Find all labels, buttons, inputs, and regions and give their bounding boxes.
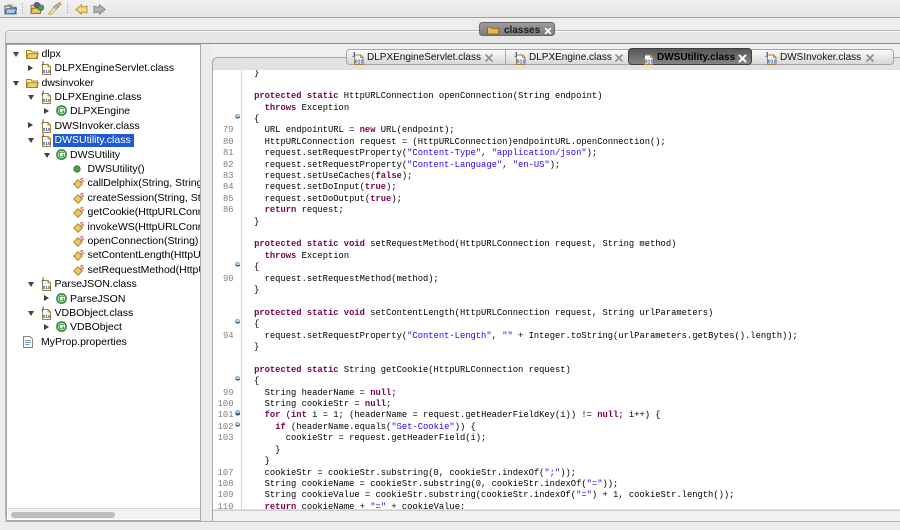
svg-text:G: G	[58, 106, 65, 116]
svg-text:010: 010	[517, 59, 526, 65]
svg-text:S: S	[80, 222, 84, 228]
svg-text:010: 010	[42, 127, 50, 132]
svg-text:G: G	[58, 293, 65, 303]
svg-text:010: 010	[42, 98, 50, 103]
svg-text:S: S	[80, 179, 84, 185]
svg-text:010: 010	[42, 285, 50, 290]
svg-text:J: J	[642, 52, 646, 59]
svg-text:S: S	[80, 237, 84, 243]
svg-text:010: 010	[42, 141, 50, 146]
svg-text:010: 010	[768, 59, 777, 65]
svg-text:G: G	[58, 322, 65, 332]
svg-text:010: 010	[355, 59, 364, 65]
svg-text:010: 010	[42, 314, 50, 319]
svg-text:G: G	[58, 149, 65, 159]
svg-text:S: S	[80, 193, 84, 199]
svg-text:010: 010	[42, 69, 50, 74]
svg-text:J: J	[514, 52, 518, 59]
svg-text:010: 010	[645, 59, 654, 65]
svg-text:S: S	[80, 251, 84, 257]
svg-text:S: S	[80, 265, 84, 271]
svg-text:J: J	[352, 52, 356, 59]
svg-text:J: J	[765, 52, 769, 59]
svg-text:S: S	[80, 208, 84, 214]
